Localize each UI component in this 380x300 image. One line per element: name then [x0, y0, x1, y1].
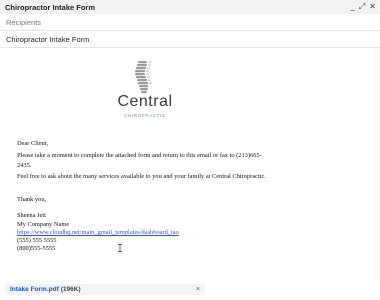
spine-icon	[135, 61, 152, 94]
popout-icon[interactable]: ⤢	[359, 2, 365, 12]
message-body[interactable]: Central CHIROPRACTIC Dear Client, Please…	[0, 48, 374, 280]
paragraph-1-line-2: 2435.	[17, 162, 32, 169]
subject-field[interactable]: Chiropractor Intake Form	[0, 31, 380, 48]
recipients-field[interactable]: Recipients	[0, 14, 380, 31]
window-controls: _ ⤢ ✕	[350, 2, 376, 12]
closing: Thank you,	[17, 196, 47, 203]
minimize-icon[interactable]: _	[350, 2, 354, 12]
attachment-size: (196K)	[60, 286, 81, 293]
paragraph-2: Feel free to ask about the many services…	[17, 173, 266, 180]
paragraph-1-line-1: Please take a moment to complete the att…	[17, 152, 262, 159]
central-chiropractic-logo: Central CHIROPRACTIC	[105, 60, 185, 122]
body-scrollbar[interactable]	[374, 48, 380, 280]
close-icon[interactable]: ✕	[369, 2, 376, 12]
logo-subtitle: CHIROPRACTIC	[124, 113, 166, 118]
subject-value: Chiropractor Intake Form	[6, 34, 90, 44]
recipients-placeholder: Recipients	[6, 17, 42, 27]
window-title: Chiropractor Intake Form	[5, 2, 96, 12]
logo-wordmark: Central	[117, 93, 173, 110]
text-cursor-icon	[118, 244, 122, 252]
signature-name: Sheena Jett	[17, 212, 46, 219]
remove-attachment-icon[interactable]: ×	[196, 286, 200, 293]
compose-title-bar[interactable]: Chiropractor Intake Form _ ⤢ ✕	[0, 0, 380, 14]
signature-phone-2: (800)555-5555	[17, 245, 56, 252]
attachment-chip[interactable]: Intake Form.pdf (196K) ×	[5, 284, 205, 295]
attachment-name[interactable]: Intake Form.pdf	[10, 286, 59, 293]
greeting: Dear Client,	[17, 140, 49, 147]
